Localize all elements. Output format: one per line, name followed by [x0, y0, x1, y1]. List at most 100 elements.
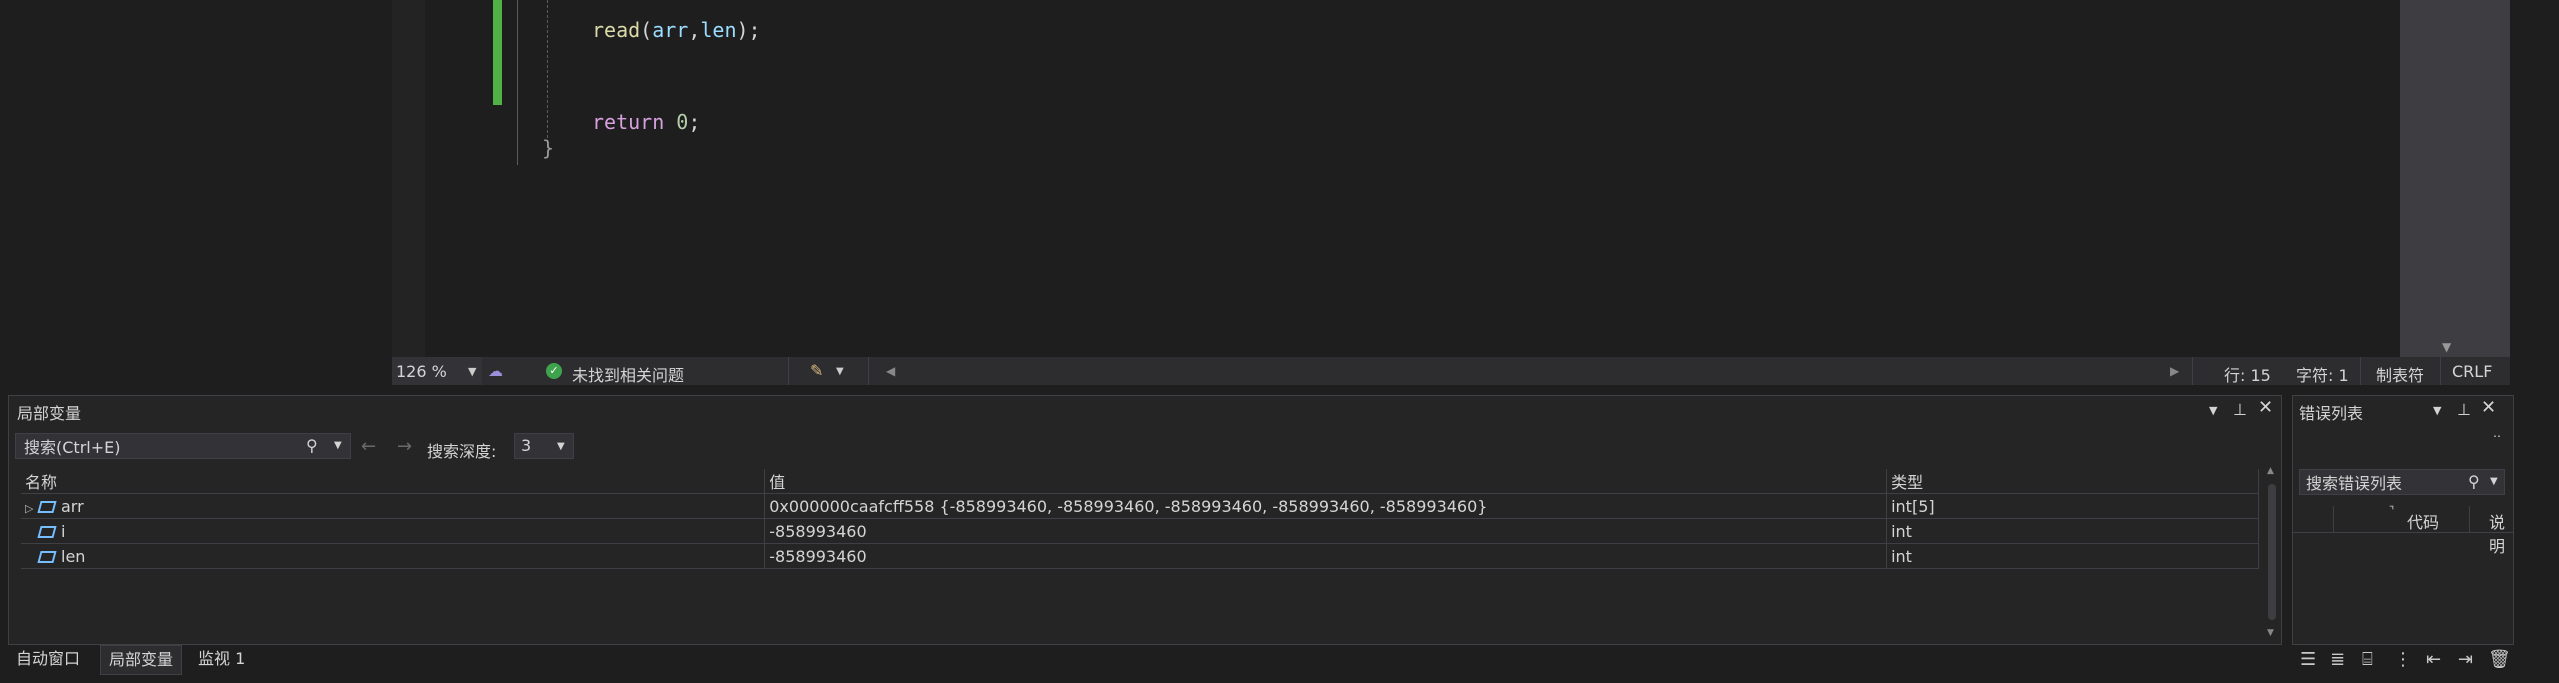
- tab-locals[interactable]: 局部变量: [100, 645, 183, 675]
- name-cell[interactable]: i: [21, 518, 766, 544]
- arg-arr: arr: [652, 18, 689, 42]
- search-icon[interactable]: ⚲: [2468, 472, 2480, 491]
- column-header-description[interactable]: 说明: [2489, 509, 2513, 557]
- separator: [2360, 357, 2361, 385]
- scrollbar-thumb[interactable]: [2268, 484, 2276, 620]
- chevron-down-icon[interactable]: ▼: [334, 440, 342, 451]
- line-ending[interactable]: CRLF: [2452, 362, 2492, 381]
- column-header-type[interactable]: 类型: [1886, 469, 2259, 494]
- scope-guide: [517, 0, 518, 165]
- table-row[interactable]: ▷ arr 0x000000caafcff558 {-858993460, -85…: [21, 493, 2259, 519]
- closing-brace: }: [542, 136, 555, 160]
- search-depth-label: 搜索深度:: [427, 442, 497, 461]
- variable-icon: [37, 550, 57, 563]
- number: 0: [676, 110, 689, 134]
- keyword: return: [592, 110, 665, 134]
- search-depth-dropdown[interactable]: 3 ▼: [514, 433, 574, 459]
- punct: (: [640, 18, 653, 42]
- close-icon[interactable]: ✕: [2258, 397, 2273, 418]
- back-arrow-icon[interactable]: ←: [361, 436, 376, 457]
- zoom-level: 126 %: [396, 362, 447, 381]
- locals-search-box[interactable]: ⚲ ▼: [15, 433, 351, 459]
- scroll-down-arrow-icon[interactable]: ▼: [2442, 340, 2451, 354]
- chevron-down-icon[interactable]: ▼: [2209, 404, 2217, 417]
- expand-icon[interactable]: ⇥: [2458, 649, 2473, 670]
- error-list-panel: 错误列表 ▼ ⊥ ✕ ‥ ⚲ ▼ ⌝ 代码 说明: [2292, 395, 2514, 645]
- group-icon[interactable]: ⋮: [2394, 649, 2412, 670]
- issues-status[interactable]: 未找到相关问题: [572, 362, 684, 386]
- variable-name: len: [61, 546, 86, 566]
- variable-icon: [37, 525, 57, 538]
- value-cell[interactable]: 0x000000caafcff558 {-858993460, -8589934…: [764, 493, 1888, 519]
- collapse-icon[interactable]: ⇤: [2426, 649, 2441, 670]
- arg-len: len: [700, 18, 737, 42]
- scroll-left-arrow-icon[interactable]: ◀: [886, 364, 895, 378]
- scroll-right-arrow-icon[interactable]: ▶: [2170, 364, 2179, 378]
- overflow-icon[interactable]: ‥: [2493, 426, 2501, 440]
- code-line-return[interactable]: return 0;: [592, 110, 700, 134]
- table-row[interactable]: len -858993460 int: [21, 543, 2259, 569]
- search-input[interactable]: [22, 435, 296, 459]
- clear-icon[interactable]: ≣: [2330, 649, 2345, 670]
- editor-horizontal-scrollbar[interactable]: [882, 361, 1982, 379]
- punct: ;: [688, 110, 701, 134]
- type-cell: int: [1886, 543, 2259, 569]
- editor-vertical-scrollbar[interactable]: [2400, 0, 2510, 357]
- pin-icon[interactable]: ⊥: [2233, 400, 2247, 419]
- separator: [2440, 357, 2441, 385]
- variable-name: arr: [61, 496, 84, 516]
- separator: [788, 357, 789, 385]
- indentation-mode[interactable]: 制表符: [2376, 362, 2424, 386]
- column-header-code[interactable]: 代码: [2407, 509, 2439, 533]
- chevron-down-icon[interactable]: ▼: [2433, 404, 2441, 417]
- column-number[interactable]: 字符: 1: [2296, 362, 2349, 386]
- close-icon[interactable]: ✕: [2481, 397, 2496, 418]
- code-editor[interactable]: read(arr,len); return 0; }: [425, 0, 2400, 357]
- chevron-down-icon[interactable]: ▼: [2490, 476, 2498, 487]
- variable-icon: [37, 500, 57, 513]
- scroll-down-arrow-icon[interactable]: ▼: [2267, 628, 2274, 638]
- error-list-header: ⌝ 代码 说明: [2293, 504, 2513, 556]
- value-cell[interactable]: -858993460: [764, 543, 1888, 569]
- locals-table: 名称 值 类型 ▷ arr 0x000000caafcff558 {-858993…: [21, 469, 2259, 569]
- column-header-name[interactable]: 名称: [21, 469, 766, 494]
- list-icon[interactable]: ☰: [2300, 649, 2316, 670]
- type-cell: int: [1886, 518, 2259, 544]
- code-line-read[interactable]: read(arr,len);: [592, 18, 761, 42]
- chevron-down-icon[interactable]: ▼: [557, 441, 565, 452]
- search-icon[interactable]: ⚲: [306, 436, 318, 455]
- error-search-box[interactable]: ⚲ ▼: [2299, 469, 2505, 495]
- copilot-icon[interactable]: ☁: [488, 362, 503, 380]
- forward-arrow-icon[interactable]: →: [397, 436, 412, 457]
- check-circle-icon: ✓: [546, 363, 562, 379]
- editor-margin: [392, 0, 425, 357]
- error-search-input[interactable]: [2304, 471, 2468, 495]
- pin-icon[interactable]: ⊥: [2457, 400, 2471, 419]
- table-row[interactable]: i -858993460 int: [21, 518, 2259, 544]
- function-name: read: [592, 18, 641, 42]
- locals-vertical-scrollbar[interactable]: ▲ ▼: [2265, 466, 2279, 638]
- type-cell: int[5]: [1886, 493, 2259, 519]
- variable-name: i: [61, 521, 66, 541]
- name-cell[interactable]: len: [21, 543, 766, 569]
- tab-watch-1[interactable]: 监视 1: [190, 645, 253, 673]
- scroll-up-arrow-icon[interactable]: ▲: [2267, 466, 2274, 476]
- name-cell[interactable]: ▷ arr: [21, 493, 766, 519]
- filter-icon[interactable]: ⌸: [2362, 649, 2373, 670]
- brush-icon[interactable]: ✎: [810, 361, 823, 380]
- depth-value: 3: [521, 436, 532, 455]
- delete-icon[interactable]: 🗑: [2488, 649, 2511, 670]
- chevron-down-icon[interactable]: ▼: [468, 365, 476, 378]
- separator: [2333, 506, 2334, 532]
- right-strip: [2510, 0, 2559, 395]
- filter-icon[interactable]: ⌝: [2389, 504, 2394, 517]
- tab-autos[interactable]: 自动窗口: [8, 645, 88, 673]
- table-header: 名称 值 类型: [21, 469, 2259, 494]
- line-number[interactable]: 行: 15: [2224, 362, 2271, 386]
- separator: [2192, 357, 2193, 385]
- change-tracking-bar: [493, 0, 502, 105]
- chevron-down-icon[interactable]: ▼: [836, 366, 844, 377]
- column-header-value[interactable]: 值: [764, 469, 1888, 494]
- value-cell[interactable]: -858993460: [764, 518, 1888, 544]
